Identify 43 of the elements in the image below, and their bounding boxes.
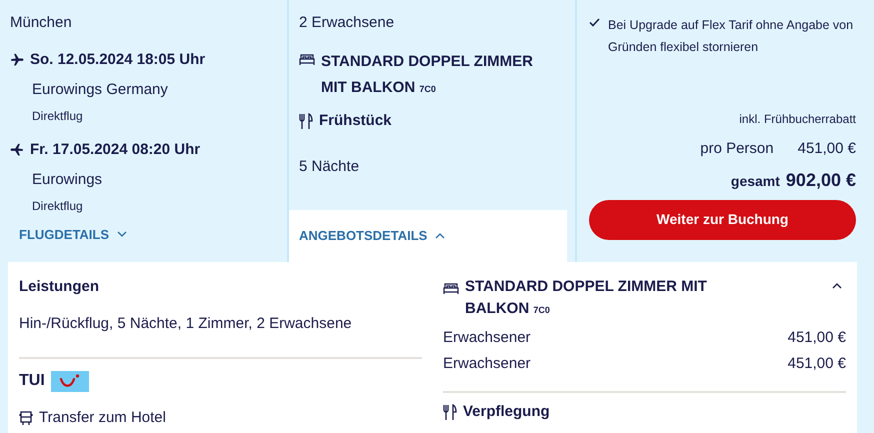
traveller-type: Erwachsener	[443, 328, 531, 348]
room-title: STANDARD DOPPEL ZIMMER MIT BALKON 7C0	[465, 277, 708, 319]
airplane-icon	[10, 52, 24, 67]
provider-name: TUI	[19, 371, 45, 391]
cutlery-icon	[443, 404, 457, 420]
benefit-text: Bei Upgrade auf Flex Tarif ohne Angabe von Gründen flexibel stornieren	[608, 17, 854, 56]
total-label: gesamt	[730, 172, 780, 191]
continue-booking-button[interactable]: Weiter zur Buchung	[589, 200, 856, 240]
collapse-button[interactable]	[832, 283, 842, 289]
chevron-icon	[435, 233, 446, 239]
flight-type: Direktflug	[32, 108, 83, 124]
per-person-label: pro Person	[700, 139, 774, 159]
services-title: Leistungen	[19, 277, 100, 297]
airline-name: Eurowings Germany	[32, 80, 168, 100]
airplane-icon	[10, 142, 24, 157]
smile-logo-icon	[50, 370, 89, 392]
traveller-price: 451,00 €	[788, 328, 846, 348]
traveller-price: 451,00 €	[788, 354, 846, 374]
traveller-count: 2 Erwachsene	[299, 13, 394, 33]
bed-icon	[299, 54, 315, 66]
offer-details-tab[interactable]: ANGEBOTSDETAILS	[289, 210, 567, 262]
flight-date: Fr. 17.05.2024 08:20 Uhr	[30, 140, 200, 160]
per-person-price: 451,00 €	[798, 139, 856, 159]
board-type: Frühstück	[319, 110, 392, 130]
board-title: Verpflegung	[463, 402, 550, 422]
bus-icon	[19, 410, 33, 426]
origin-city: München	[10, 13, 72, 33]
discount-note: inkl. Frühbucherrabatt	[739, 111, 856, 128]
transfer-text: Transfer zum Hotel	[39, 408, 166, 428]
bed-icon	[443, 283, 459, 295]
airline-name: Eurowings	[32, 170, 102, 190]
flight-type: Direktflug	[32, 198, 83, 214]
cutlery-icon	[299, 112, 313, 129]
flight-details-link[interactable]: FLUGDETAILS	[19, 224, 128, 244]
services-summary: Hin-/Rückflug, 5 Nächte, 1 Zimmer, 2 Erwachsene	[19, 314, 352, 334]
total-price: 902,00 €	[786, 168, 856, 192]
flight-date: So. 12.05.2024 18:05 Uhr	[30, 50, 206, 70]
room-title: STANDARD DOPPEL ZIMMER MIT BALKON 7C0	[321, 52, 534, 98]
chevron-icon	[832, 283, 842, 289]
chevron-icon	[117, 231, 128, 238]
traveller-type: Erwachsener	[443, 354, 531, 374]
check-icon	[589, 18, 600, 27]
night-count: 5 Nächte	[299, 157, 360, 177]
